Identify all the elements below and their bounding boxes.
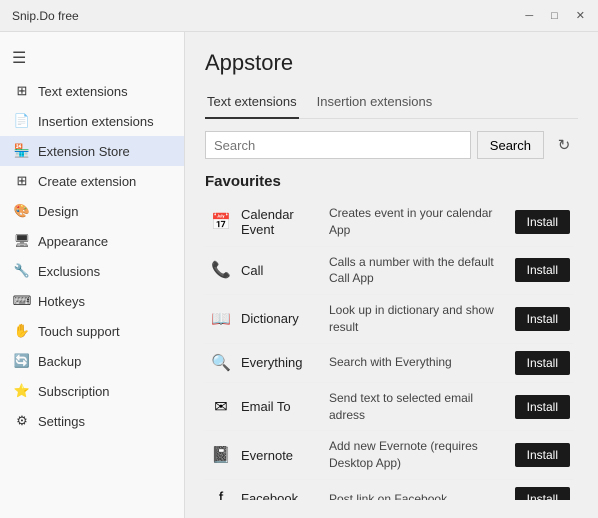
sidebar-icon-settings: ⚙ bbox=[14, 413, 30, 429]
ext-name-calendar-event: Calendar Event bbox=[241, 207, 321, 237]
search-bar: Search ↻ bbox=[205, 131, 578, 159]
main-content: Appstore Text extensions Insertion extens… bbox=[185, 32, 598, 518]
install-button-email-to[interactable]: Install bbox=[515, 395, 570, 419]
ext-item-calendar-event: 📅 Calendar Event Creates event in your c… bbox=[205, 198, 574, 247]
tab-text-extensions[interactable]: Text extensions bbox=[205, 90, 299, 119]
maximize-button[interactable]: □ bbox=[546, 8, 563, 24]
ext-name-email-to: Email To bbox=[241, 399, 321, 414]
sidebar-label-insertion-extensions: Insertion extensions bbox=[38, 114, 154, 129]
minimize-button[interactable]: ─ bbox=[520, 8, 538, 24]
ext-desc-everything: Search with Everything bbox=[329, 354, 507, 371]
install-button-dictionary[interactable]: Install bbox=[515, 307, 570, 331]
ext-icon-calendar-event: 📅 bbox=[209, 210, 233, 234]
sidebar-icon-hotkeys: ⌨ bbox=[14, 293, 30, 309]
sidebar-label-subscription: Subscription bbox=[38, 384, 110, 399]
app-body: ☰ ⊞ Text extensions 📄 Insertion extensio… bbox=[0, 32, 598, 518]
sidebar-icon-touch-support: ✋ bbox=[14, 323, 30, 339]
install-button-everything[interactable]: Install bbox=[515, 351, 570, 375]
ext-item-evernote: 📓 Evernote Add new Evernote (requires De… bbox=[205, 431, 574, 480]
sidebar-icon-exclusions: 🔧 bbox=[14, 263, 30, 279]
sidebar-label-exclusions: Exclusions bbox=[38, 264, 100, 279]
close-button[interactable]: ✕ bbox=[571, 7, 590, 24]
sidebar-label-settings: Settings bbox=[38, 414, 85, 429]
sidebar-item-appearance[interactable]: 🖥 Appearance bbox=[0, 226, 184, 256]
sidebar-icon-extension-store: 🏪 bbox=[14, 143, 30, 159]
ext-item-call: 📞 Call Calls a number with the default C… bbox=[205, 247, 574, 296]
ext-item-facebook: f Facebook Post link on Facebook Install bbox=[205, 480, 574, 500]
sidebar-icon-design: 🎨 bbox=[14, 203, 30, 219]
sidebar-nav: ⊞ Text extensions 📄 Insertion extensions… bbox=[0, 76, 184, 436]
tab-insertion-extensions[interactable]: Insertion extensions bbox=[315, 90, 435, 119]
ext-desc-facebook: Post link on Facebook bbox=[329, 491, 507, 500]
sidebar: ☰ ⊞ Text extensions 📄 Insertion extensio… bbox=[0, 32, 185, 518]
sidebar-label-design: Design bbox=[38, 204, 78, 219]
ext-name-facebook: Facebook bbox=[241, 491, 321, 500]
ext-item-email-to: ✉ Email To Send text to selected email a… bbox=[205, 383, 574, 432]
title-bar: Snip.Do free ─ □ ✕ bbox=[0, 0, 598, 32]
sidebar-item-touch-support[interactable]: ✋ Touch support bbox=[0, 316, 184, 346]
app-title: Snip.Do free bbox=[8, 9, 520, 23]
ext-icon-call: 📞 bbox=[209, 258, 233, 282]
window-controls: ─ □ ✕ bbox=[520, 7, 590, 24]
sidebar-icon-appearance: 🖥 bbox=[14, 233, 30, 249]
ext-desc-dictionary: Look up in dictionary and show result bbox=[329, 302, 507, 336]
sidebar-item-subscription[interactable]: ⭐ Subscription bbox=[0, 376, 184, 406]
sidebar-icon-insertion-extensions: 📄 bbox=[14, 113, 30, 129]
sidebar-label-text-extensions: Text extensions bbox=[38, 84, 128, 99]
sidebar-label-touch-support: Touch support bbox=[38, 324, 120, 339]
sidebar-item-design[interactable]: 🎨 Design bbox=[0, 196, 184, 226]
sidebar-icon-create-extension: ⊞ bbox=[14, 173, 30, 189]
ext-name-dictionary: Dictionary bbox=[241, 311, 321, 326]
ext-name-everything: Everything bbox=[241, 355, 321, 370]
refresh-button[interactable]: ↻ bbox=[550, 131, 578, 159]
ext-item-everything: 🔍 Everything Search with Everything Inst… bbox=[205, 344, 574, 383]
ext-desc-calendar-event: Creates event in your calendar App bbox=[329, 205, 507, 239]
sidebar-item-insertion-extensions[interactable]: 📄 Insertion extensions bbox=[0, 106, 184, 136]
ext-name-call: Call bbox=[241, 263, 321, 278]
ext-item-dictionary: 📖 Dictionary Look up in dictionary and s… bbox=[205, 295, 574, 344]
ext-name-evernote: Evernote bbox=[241, 448, 321, 463]
sidebar-item-text-extensions[interactable]: ⊞ Text extensions bbox=[0, 76, 184, 106]
ext-icon-email-to: ✉ bbox=[209, 395, 233, 419]
sidebar-icon-backup: 🔄 bbox=[14, 353, 30, 369]
tabs: Text extensions Insertion extensions bbox=[205, 90, 578, 119]
ext-icon-everything: 🔍 bbox=[209, 351, 233, 375]
ext-desc-call: Calls a number with the default Call App bbox=[329, 254, 507, 288]
sidebar-item-extension-store[interactable]: 🏪 Extension Store bbox=[0, 136, 184, 166]
sidebar-label-create-extension: Create extension bbox=[38, 174, 136, 189]
install-button-call[interactable]: Install bbox=[515, 258, 570, 282]
sidebar-label-extension-store: Extension Store bbox=[38, 144, 130, 159]
sidebar-item-backup[interactable]: 🔄 Backup bbox=[0, 346, 184, 376]
menu-button[interactable]: ☰ bbox=[0, 40, 184, 76]
install-button-facebook[interactable]: Install bbox=[515, 487, 570, 500]
search-button[interactable]: Search bbox=[477, 131, 544, 159]
page-title: Appstore bbox=[205, 50, 578, 76]
sidebar-item-hotkeys[interactable]: ⌨ Hotkeys bbox=[0, 286, 184, 316]
search-input[interactable] bbox=[205, 131, 471, 159]
sidebar-label-backup: Backup bbox=[38, 354, 81, 369]
sidebar-icon-subscription: ⭐ bbox=[14, 383, 30, 399]
install-button-evernote[interactable]: Install bbox=[515, 443, 570, 467]
ext-desc-evernote: Add new Evernote (requires Desktop App) bbox=[329, 438, 507, 472]
ext-icon-dictionary: 📖 bbox=[209, 307, 233, 331]
ext-desc-email-to: Send text to selected email adress bbox=[329, 390, 507, 424]
install-button-calendar-event[interactable]: Install bbox=[515, 210, 570, 234]
favourites-title: Favourites bbox=[205, 173, 578, 190]
ext-icon-facebook: f bbox=[209, 487, 233, 500]
sidebar-item-settings[interactable]: ⚙ Settings bbox=[0, 406, 184, 436]
sidebar-label-hotkeys: Hotkeys bbox=[38, 294, 85, 309]
sidebar-label-appearance: Appearance bbox=[38, 234, 108, 249]
extensions-list: 📅 Calendar Event Creates event in your c… bbox=[205, 198, 578, 500]
sidebar-item-exclusions[interactable]: 🔧 Exclusions bbox=[0, 256, 184, 286]
ext-icon-evernote: 📓 bbox=[209, 443, 233, 467]
sidebar-item-create-extension[interactable]: ⊞ Create extension bbox=[0, 166, 184, 196]
sidebar-icon-text-extensions: ⊞ bbox=[14, 83, 30, 99]
